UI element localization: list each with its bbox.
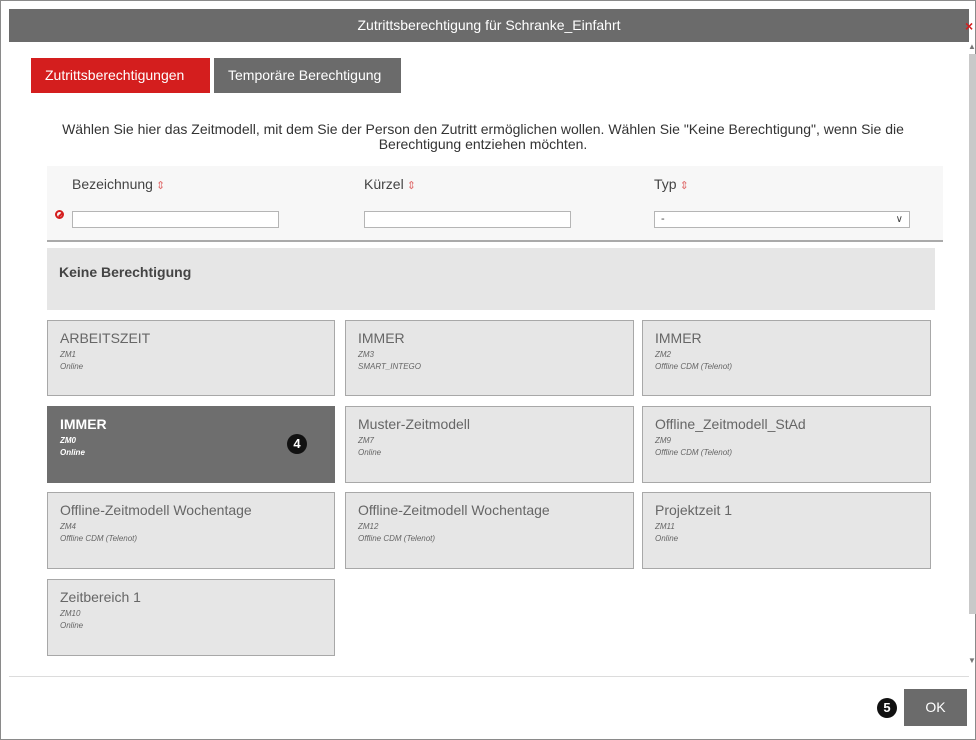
sort-icon[interactable]: ⇕	[407, 180, 416, 192]
type-filter-value: -	[661, 213, 665, 225]
card-code: ZM11	[655, 522, 675, 531]
dialog-title: Zutrittsberechtigung für Schranke_Einfah…	[9, 9, 969, 42]
card-name: Offline-Zeitmodell Wochentage	[358, 502, 550, 518]
tab-access-permissions[interactable]: Zutrittsberechtigungen	[31, 58, 210, 93]
step-marker-5: 5	[877, 698, 897, 718]
sort-icon[interactable]: ⇕	[156, 180, 165, 192]
card-type: Offline CDM (Telenot)	[358, 534, 436, 543]
tab-temporary-permission[interactable]: Temporäre Berechtigung	[214, 58, 401, 93]
scroll-down-icon[interactable]: ▼	[968, 656, 976, 665]
column-header-name-label: Bezeichnung	[72, 176, 153, 192]
time-model-card[interactable]: IMMER ZM2 Offline CDM (Telenot)	[642, 320, 931, 396]
card-code: ZM0	[60, 436, 76, 445]
column-header-name[interactable]: Bezeichnung ⇕	[72, 176, 165, 192]
scrollbar[interactable]: ▲ ▼	[967, 42, 976, 670]
instruction-text: Wählen Sie hier das Zeitmodell, mit dem …	[62, 121, 904, 152]
card-name: Projektzeit 1	[655, 502, 733, 518]
time-model-card[interactable]: Offline_Zeitmodell_StAd ZM9 Offline CDM …	[642, 406, 931, 483]
no-permission-option[interactable]: Keine Berechtigung	[47, 248, 935, 310]
card-name: ARBEITSZEIT	[60, 330, 151, 346]
code-filter-input[interactable]	[364, 211, 571, 228]
clear-filter-icon[interactable]	[55, 210, 64, 219]
footer-divider	[9, 676, 969, 677]
card-name: IMMER	[358, 330, 405, 346]
column-header-type-label: Typ	[654, 176, 677, 192]
time-model-card[interactable]: Offline-Zeitmodell Wochentage ZM4 Offlin…	[47, 492, 335, 569]
column-header-code-label: Kürzel	[364, 176, 404, 192]
column-header-type[interactable]: Typ ⇕	[654, 176, 689, 192]
time-model-card[interactable]: Zeitbereich 1 ZM10 Online	[47, 579, 335, 656]
card-code: ZM4	[60, 522, 76, 531]
card-code: ZM10	[60, 609, 81, 618]
card-type: Offline CDM (Telenot)	[655, 362, 733, 371]
card-code: ZM7	[358, 436, 374, 445]
card-name: Offline-Zeitmodell Wochentage	[60, 502, 252, 518]
chevron-down-icon: ∨	[895, 214, 903, 225]
card-name: IMMER	[60, 416, 107, 432]
card-type: Online	[60, 448, 85, 457]
card-code: ZM12	[358, 522, 379, 531]
time-model-card[interactable]: Offline-Zeitmodell Wochentage ZM12 Offli…	[345, 492, 634, 569]
step-marker-4: 4	[287, 434, 307, 454]
time-model-card[interactable]: Projektzeit 1 ZM11 Online	[642, 492, 931, 569]
card-type: Online	[358, 448, 382, 457]
card-type: Offline CDM (Telenot)	[60, 534, 138, 543]
column-header-code[interactable]: Kürzel ⇕	[364, 176, 416, 192]
card-type: Offline CDM (Telenot)	[655, 448, 733, 457]
dialog-content: Zutrittsberechtigungen Temporäre Berecht…	[9, 42, 969, 670]
type-filter-select[interactable]: - ∨	[654, 211, 910, 228]
time-model-card[interactable]: Muster-Zeitmodell ZM7 Online	[345, 406, 634, 483]
name-filter-input[interactable]	[72, 211, 279, 228]
card-name: Zeitbereich 1	[60, 589, 141, 605]
card-code: ZM9	[655, 436, 671, 445]
card-name: Muster-Zeitmodell	[358, 416, 471, 432]
card-type: Online	[655, 534, 679, 543]
scrollbar-thumb[interactable]	[969, 54, 976, 614]
card-type: Online	[60, 362, 84, 371]
sort-icon[interactable]: ⇕	[680, 180, 689, 192]
time-model-card[interactable]: IMMER ZM3 SMART_INTEGO	[345, 320, 634, 396]
card-code: ZM2	[655, 350, 671, 359]
card-name: Offline_Zeitmodell_StAd	[655, 416, 806, 432]
card-name: IMMER	[655, 330, 702, 346]
no-permission-label: Keine Berechtigung	[59, 264, 192, 280]
scroll-up-icon[interactable]: ▲	[968, 42, 976, 51]
close-icon[interactable]: ×	[965, 19, 973, 33]
card-type: SMART_INTEGO	[358, 362, 421, 371]
card-code: ZM1	[60, 350, 76, 359]
card-type: Online	[60, 621, 84, 630]
time-model-card[interactable]: ARBEITSZEIT ZM1 Online	[47, 320, 335, 396]
filter-header: Bezeichnung ⇕ Kürzel ⇕ Typ ⇕ - ∨	[47, 166, 943, 242]
ok-button[interactable]: OK	[904, 689, 967, 726]
permission-dialog: Zutrittsberechtigung für Schranke_Einfah…	[0, 0, 976, 740]
card-code: ZM3	[358, 350, 374, 359]
